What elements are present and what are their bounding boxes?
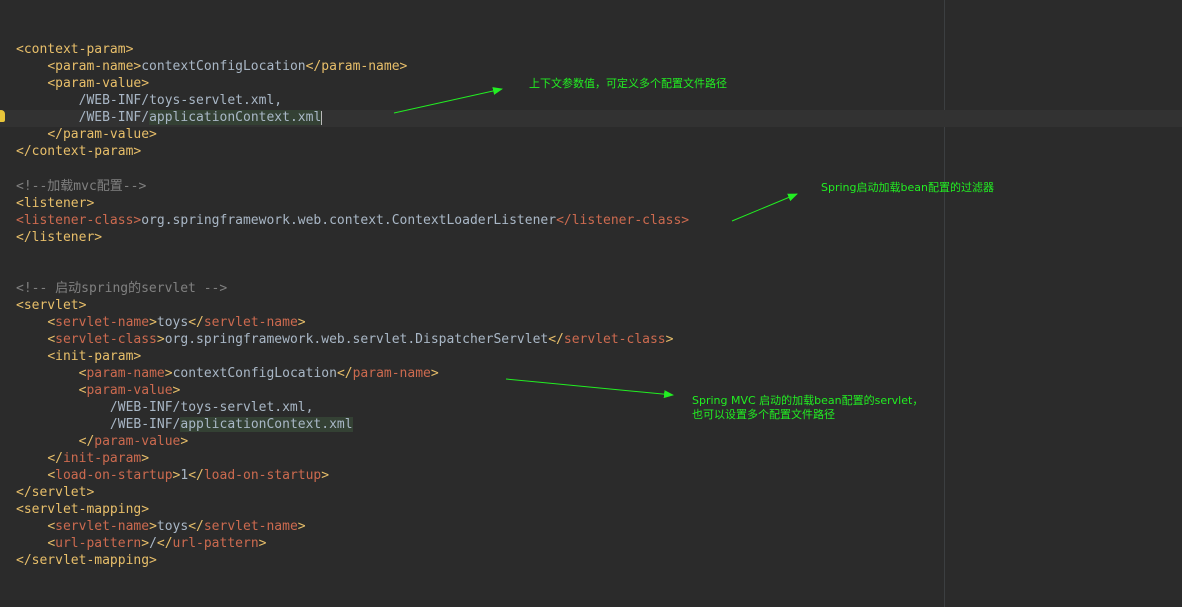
- code-editor[interactable]: <context-param> <param-name>contextConfi…: [0, 0, 1182, 607]
- annotation-servlet-line2: 也可以设置多个配置文件路径: [692, 408, 835, 421]
- annotation-servlet-line1: Spring MVC 启动的加载bean配置的servlet，: [692, 394, 924, 407]
- annotation-arrows: [393, 87, 798, 399]
- arrow-2: [731, 193, 798, 222]
- annotation-listener: Spring启动加载bean配置的过滤器: [821, 181, 994, 194]
- arrow-3: [505, 378, 674, 399]
- arrow-1: [393, 87, 503, 114]
- annotation-context-param: 上下文参数值，可定义多个配置文件路径: [529, 77, 727, 90]
